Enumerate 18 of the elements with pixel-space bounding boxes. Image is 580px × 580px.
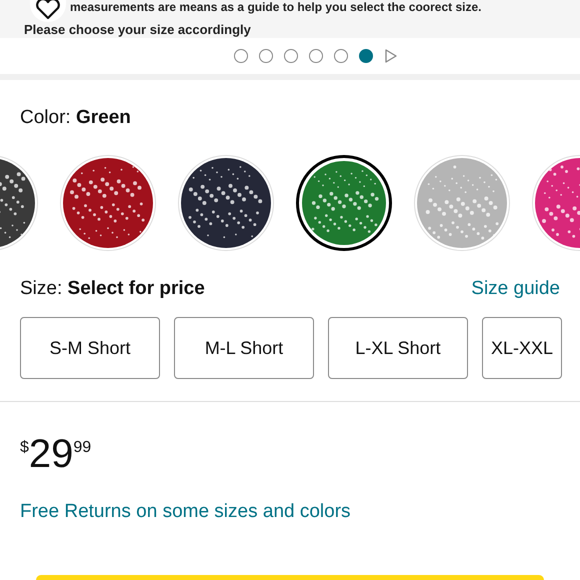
size-label: Size: [20, 278, 62, 298]
free-returns-link[interactable]: Free Returns on some sizes and colors [20, 501, 351, 522]
note-text: Please choose your size accordingly [24, 22, 251, 37]
size-guide-link[interactable]: Size guide [471, 274, 560, 303]
price-fraction: 99 [73, 438, 92, 458]
heart-icon [35, 0, 61, 20]
size-option[interactable]: L-XL Short [328, 317, 468, 379]
favorite-button[interactable] [30, 0, 66, 22]
size-option[interactable]: M-L Short [174, 317, 314, 379]
size-option[interactable]: XL-XXL [482, 317, 562, 379]
price-whole: 29 [28, 432, 74, 476]
selected-color: Green [76, 107, 131, 128]
color-label: Color: [20, 107, 71, 128]
next-icon[interactable] [384, 49, 398, 63]
size-prompt: Select for price [68, 278, 205, 298]
note-text: measurements are means as a guide to help you select the coorect size. [70, 0, 482, 14]
currency-symbol: $ [20, 438, 29, 458]
size-option[interactable]: S-M Short [20, 317, 160, 379]
